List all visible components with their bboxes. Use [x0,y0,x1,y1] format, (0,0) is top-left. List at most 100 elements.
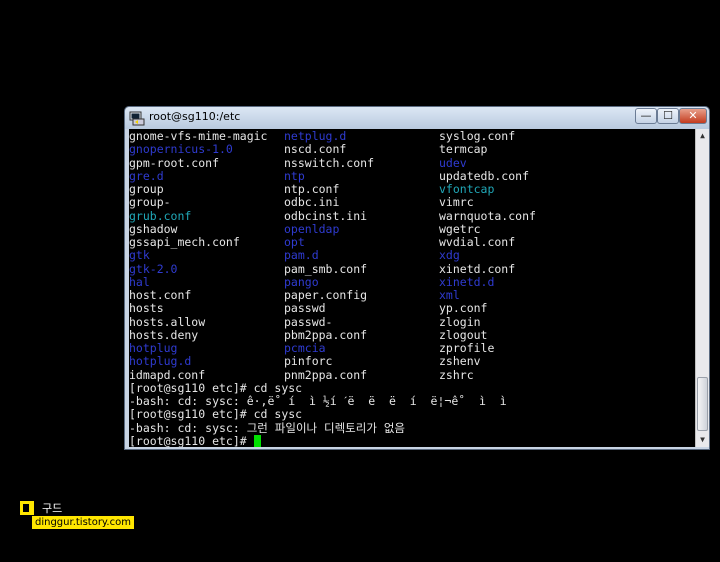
file-entry: ntp [284,168,305,183]
scroll-up-arrow-icon[interactable]: ▲ [696,129,709,143]
prompt-line: [root@sg110 etc]# cd sysc [129,381,302,395]
listing-row: group ntp.conf vfontcap [129,182,494,196]
error-line: -bash: cd: sysc: ê·,ë˚ í ì ½í ˊë ë ë í ë… [129,394,507,408]
line-text: [root@sg110 etc]# cd sysc [129,380,303,395]
scrollbar-thumb[interactable] [697,377,708,431]
listing-row: hosts.deny pbm2ppa.conf zlogout [129,327,487,342]
listing-row: hal pango xinetd.d [129,274,494,289]
line-text: -bash: cd: sysc: 그런 파일이나 디렉토리가 없음 [129,420,406,435]
prompt-line: [root@sg110 etc]# cd sysc [129,407,302,421]
file-entry: paper.config [284,288,368,302]
file-entry: hosts [129,301,164,316]
listing-row: host.conf paper.config xml [129,288,460,302]
file-entry: gpm-root.conf [129,155,220,170]
file-entry: updatedb.conf [439,168,530,183]
file-entry: termcap [439,142,488,157]
maximize-button[interactable]: ☐ [657,108,679,124]
file-entry: zshenv [439,354,481,369]
listing-row: grub.conf odbcinst.ini warnquota.conf [129,208,536,223]
file-entry: vfontcap [439,182,495,196]
file-entry: udev [439,155,467,170]
file-entry: openldap [284,221,340,236]
watermark-url: dinggur.tistory.com [32,516,134,529]
terminal-output: gnome-vfs-mime-magic netplug.d syslog.conf… [129,129,536,447]
file-entry: xdg [439,248,460,263]
line-text: -bash: cd: sysc: ê·,ë˚ í ì ½í ˊë ë ë í ë… [129,394,507,408]
file-entry: gre.d [129,168,164,183]
file-entry: passwd [284,301,326,316]
file-entry: hosts.allow [129,314,206,329]
file-entry: wgetrc [439,221,481,236]
logo-icon [20,501,34,515]
listing-row: gshadow openldap wgetrc [129,221,481,236]
file-entry: warnquota.conf [439,208,536,223]
file-entry: zprofile [439,341,495,355]
minimize-button[interactable]: — [635,108,657,124]
file-entry: vimrc [439,195,474,210]
title-bar[interactable]: root@sg110:/etc — ☐ ✕ [125,107,709,129]
listing-row: idmapd.conf pnm2ppa.conf zshrc [129,367,474,382]
file-entry: pbm2ppa.conf [284,327,368,342]
vertical-scrollbar[interactable]: ▲ ▼ [695,129,709,447]
listing-row: gnome-vfs-mime-magic netplug.d syslog.conf [129,129,515,143]
file-entry: grub.conf [129,208,192,223]
watermark-name: 구드 [42,502,63,515]
file-entry: yp.conf [439,301,488,316]
file-entry: hotplug [129,341,178,355]
file-entry: zshrc [439,367,474,382]
file-entry: xinetd.conf [439,261,516,276]
file-entry: pam.d [284,248,319,263]
file-entry: nsswitch.conf [284,155,375,170]
file-entry: idmapd.conf [129,367,206,382]
close-button[interactable]: ✕ [679,108,707,124]
file-entry: pcmcia [284,341,326,355]
file-entry: gssapi_mech.conf [129,235,240,249]
listing-row: hosts.allow passwd-zlogin [129,314,481,329]
file-entry: syslog.conf [439,129,516,143]
file-entry: pango [284,274,319,289]
scroll-down-arrow-icon[interactable]: ▼ [696,433,709,447]
terminal-window: root@sg110:/etc — ☐ ✕ gnome-vfs-mime-mag… [124,106,710,450]
file-entry: pam_smb.conf [284,261,368,276]
file-entry: odbc.ini [284,195,340,210]
listing-row: gnopernicus-1.0 nscd.conf termcap [129,142,487,157]
file-entry: hotplug.d [129,354,192,369]
file-entry: gtk [129,248,150,263]
file-entry: pnm2ppa.conf [284,367,368,382]
listing-row: hotplug pcmcia zprofile [129,341,494,355]
file-entry: gtk-2.0 [129,261,178,276]
line-text: [root@sg110 etc]# cd sysc [129,407,303,422]
file-entry: wvdial.conf [439,235,516,249]
file-entry: netplug.d [284,129,347,143]
listing-row: gtk pam.d xdg [129,248,460,263]
listing-row: group-odbc.ini vimrc [129,195,474,210]
file-entry: odbcinst.ini [284,208,368,223]
terminal-screen[interactable]: gnome-vfs-mime-magic netplug.d syslog.conf… [129,129,695,447]
putty-icon[interactable] [129,110,145,126]
file-entry: pinforc [284,354,333,369]
listing-row: hotplug.d pinforc zshenv [129,354,481,369]
file-entry: nscd.conf [284,142,347,157]
file-entry: gnopernicus-1.0 [129,142,233,157]
listing-row: gssapi_mech.conf opt wvdial.conf [129,235,515,249]
file-entry: opt [284,235,305,249]
file-entry: xinetd.d [439,274,495,289]
file-entry: xml [439,288,460,302]
listing-row: gtk-2.0 pam_smb.conf xinetd.conf [129,261,515,276]
file-entry: group- [129,195,171,210]
window-title: root@sg110:/etc [149,110,241,123]
line-text: [root@sg110 etc]# [129,433,254,447]
file-entry: ntp.conf [284,182,340,196]
file-entry: host.conf [129,288,192,302]
file-entry: gnome-vfs-mime-magic [129,129,268,143]
prompt-line: [root@sg110 etc]# [129,433,261,447]
file-entry: zlogin [439,314,481,329]
file-entry: group [129,182,164,196]
error-line: -bash: cd: sysc: 그런 파일이나 디렉토리가 없음 [129,421,405,435]
file-entry: gshadow [129,221,178,236]
file-entry: hosts.deny [129,327,199,342]
listing-row: gpm-root.conf nsswitch.conf udev [129,155,467,170]
file-entry: zlogout [439,327,488,342]
listing-row: gre.d ntp updatedb.conf [129,168,529,183]
file-entry: hal [129,274,150,289]
